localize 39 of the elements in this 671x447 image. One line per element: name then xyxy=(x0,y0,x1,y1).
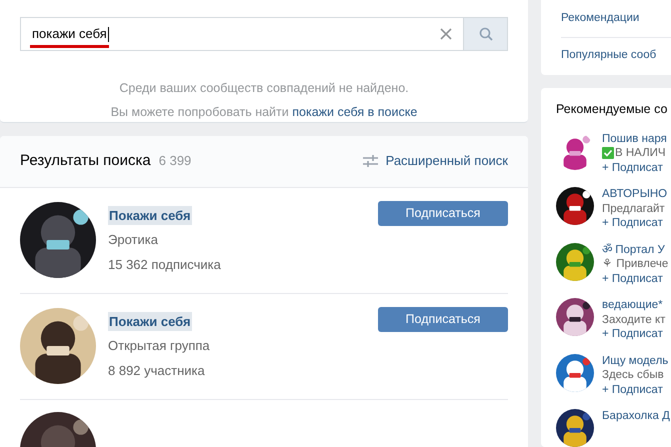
menu-item[interactable]: Рекомендации xyxy=(561,0,671,37)
search-suggestion: Вы можете попробовать найти покажи себя в поиске xyxy=(110,104,418,121)
member-count: 15 362 подписчика xyxy=(108,256,221,274)
community-title[interactable]: АВТОРЫНО xyxy=(602,187,668,202)
no-results-message: Среди ваших сообществ совпадений не найдено. xyxy=(119,80,409,97)
community-type: Открытая группа xyxy=(108,337,210,355)
advanced-search-link[interactable]: Расширенный поиск xyxy=(362,151,508,171)
community-title[interactable]: Ищу модель xyxy=(602,354,668,368)
checkmark-icon xyxy=(602,147,614,160)
filter-icon xyxy=(362,155,378,167)
search-field[interactable]: покажи себя xyxy=(20,17,464,51)
community-title[interactable]: Покажи себя xyxy=(108,206,192,225)
subscribe-link[interactable]: + Подписат xyxy=(602,382,668,397)
subscribe-link[interactable]: + Подписат xyxy=(602,160,667,175)
menu-item[interactable]: Популярные сооб xyxy=(561,37,671,74)
recommended-title: Рекомендуемые со xyxy=(556,101,668,118)
close-icon[interactable] xyxy=(440,28,452,40)
results-title: Результаты поиска xyxy=(20,150,151,171)
community-description: Заходите кт xyxy=(602,312,666,327)
subscribe-button[interactable]: Подписаться xyxy=(378,306,508,332)
search-button[interactable] xyxy=(464,17,508,51)
community-description: ⚘ Привлече xyxy=(602,257,668,272)
community-title[interactable]: ведающие* xyxy=(602,298,666,312)
search-icon xyxy=(478,27,492,41)
results-count: 6 399 xyxy=(158,152,192,170)
community-description: Здесь сбыв xyxy=(602,368,664,382)
community-type: Эротика xyxy=(108,231,159,249)
community-title[interactable]: Пошив наря xyxy=(602,132,667,146)
community-title[interactable]: Барахолка Д xyxy=(602,409,670,424)
member-count: 8 892 участника xyxy=(108,362,206,380)
subscribe-link[interactable]: + Подписат xyxy=(602,327,666,342)
subscribe-link[interactable]: + Подписат xyxy=(602,272,668,286)
community-description: В НАЛИЧ xyxy=(615,146,666,160)
subscribe-button[interactable]: Подписаться xyxy=(378,200,508,226)
community-title[interactable]: ॐ Портал У xyxy=(602,242,668,257)
search-link[interactable]: покажи себя в поиске xyxy=(292,104,418,119)
community-title[interactable]: Покажи себя xyxy=(108,312,192,331)
subscribe-link[interactable]: + Подписат xyxy=(602,216,668,230)
community-description: Предлагайт xyxy=(602,202,665,216)
